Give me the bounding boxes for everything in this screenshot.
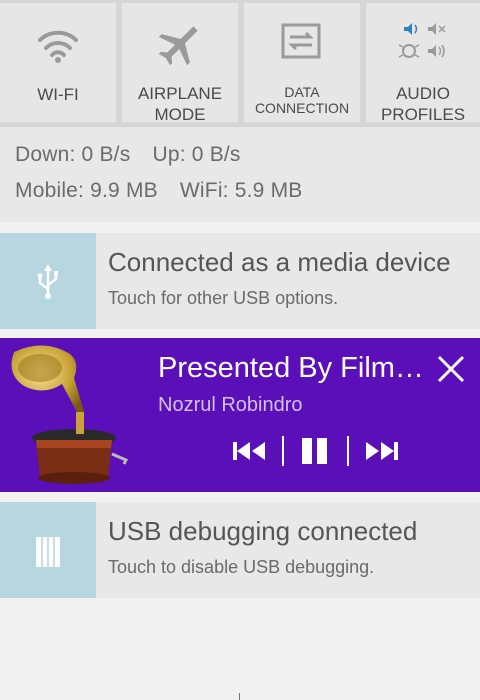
data-connection-tile[interactable]: DATA CONNECTION (244, 3, 360, 122)
previous-track-icon[interactable] (231, 436, 267, 466)
traffic-stats: Down: 0 B/s Up: 0 B/s Mobile: 9.9 MB WiF… (0, 126, 480, 222)
usb-debugging-notification[interactable]: USB debugging connected Touch to disable… (0, 502, 480, 598)
audio-profiles-tile[interactable]: AUDIO PROFILES (366, 3, 480, 124)
airplane-icon (158, 26, 198, 66)
data-connection-label: DATA CONNECTION (254, 84, 350, 116)
usb-notification-title: Connected as a media device (108, 247, 451, 277)
pause-icon[interactable] (300, 436, 330, 466)
usage-row: Mobile: 9.9 MB WiFi: 5.9 MB (15, 179, 318, 203)
audio-profiles-icon (398, 23, 446, 58)
next-track-icon[interactable] (364, 436, 400, 466)
audio-profiles-label: AUDIO PROFILES (380, 84, 466, 124)
usb-icon-panel (0, 233, 96, 329)
usb-notification-subtitle: Touch for other USB options. (108, 288, 339, 308)
mobile-usage: Mobile: 9.9 MB (15, 179, 158, 202)
usb-icon (37, 264, 58, 299)
debug-notification-title: USB debugging connected (108, 516, 418, 546)
airplane-mode-label: AIRPLANE MODE (137, 84, 223, 124)
debug-icon-panel (0, 502, 96, 598)
close-icon[interactable] (434, 352, 468, 386)
usb-media-notification[interactable]: Connected as a media device Touch for ot… (0, 233, 480, 329)
control-separator (282, 436, 284, 466)
media-track-title: Presented By Film… (158, 352, 424, 384)
drag-handle[interactable] (239, 693, 240, 700)
wifi-tile[interactable]: WI-FI (0, 3, 116, 122)
download-speed: Down: 0 B/s (15, 143, 131, 166)
quick-settings-panel: WI-FI AIRPLANE MODE DATA CONNECTION AUDI… (0, 0, 480, 126)
wifi-label: WI-FI (37, 85, 79, 104)
media-artist: Nozrul Robindro (158, 394, 303, 416)
wifi-usage: WiFi: 5.9 MB (179, 179, 303, 202)
data-connection-icon (281, 23, 321, 59)
wifi-icon (38, 30, 78, 63)
upload-speed: Up: 0 B/s (152, 143, 241, 166)
debug-notification-subtitle: Touch to disable USB debugging. (108, 557, 375, 577)
control-separator (347, 436, 349, 466)
usb-debugging-icon (36, 537, 60, 567)
speed-row: Down: 0 B/s Up: 0 B/s (15, 143, 257, 167)
gramophone-album-art (11, 345, 129, 484)
airplane-mode-tile[interactable]: AIRPLANE MODE (122, 3, 238, 124)
media-player-notification[interactable]: Presented By Film… Nozrul Robindro (0, 338, 480, 492)
